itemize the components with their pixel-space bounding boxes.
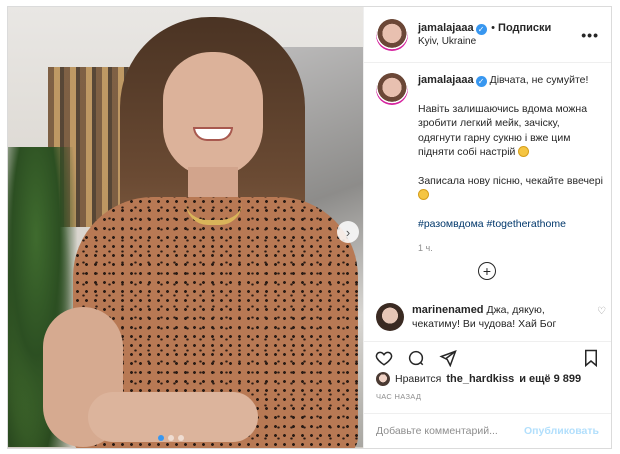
avatar[interactable] <box>376 372 390 386</box>
post-timestamp: ЧАС НАЗАД <box>376 392 422 401</box>
location-link[interactable]: Kyiv, Ukraine <box>418 35 571 49</box>
comment-icon[interactable] <box>406 348 426 368</box>
header-names: jamalajaaa ✓ • Подписки Kyiv, Ukraine <box>418 20 571 49</box>
action-bar <box>364 341 611 373</box>
photo-face <box>163 52 263 177</box>
add-icon[interactable]: + <box>478 262 496 280</box>
author-username[interactable]: jamalajaaa <box>418 22 474 34</box>
caption-para3: Записала нову пісню, чекайте ввечері <box>418 174 603 187</box>
grin-emoji-icon <box>518 146 530 157</box>
comment-item: marinenamed Джа, дякую, чекатиму! Ви чуд… <box>376 303 606 331</box>
post-caption: jamalajaaa ✓ Дівчата, не сумуйте! Навіть … <box>376 73 604 256</box>
comment-text: marinenamed Джа, дякую, чекатиму! Ви чуд… <box>412 303 589 331</box>
likes-prefix: Нравится <box>395 373 442 385</box>
instagram-post: › jamalajaaa ✓ • Подписки Kyiv, Ukraine •… <box>7 6 612 449</box>
caption-body: jamalajaaa ✓ Дівчата, не сумуйте! Навіть … <box>418 73 604 256</box>
post-side-panel: jamalajaaa ✓ • Подписки Kyiv, Ukraine •••… <box>363 7 611 448</box>
follow-button[interactable]: Подписки <box>498 22 551 34</box>
add-comment-bar: Опубликовать <box>364 413 611 448</box>
comment-username[interactable]: marinenamed <box>412 304 484 316</box>
comment-heart-icon[interactable]: ♡ <box>597 305 606 331</box>
post-photo[interactable]: › <box>8 7 363 448</box>
avatar[interactable] <box>376 73 408 105</box>
publish-button[interactable]: Опубликовать <box>524 425 599 437</box>
carousel-dot <box>168 435 174 441</box>
separator-dot: • <box>491 22 499 34</box>
share-icon[interactable] <box>438 348 458 368</box>
more-options-icon[interactable]: ••• <box>581 27 599 43</box>
post-header: jamalajaaa ✓ • Подписки Kyiv, Ukraine ••• <box>364 7 611 63</box>
avatar[interactable] <box>376 18 408 51</box>
liked-by-username[interactable]: the_hardkiss <box>446 373 514 385</box>
avatar[interactable] <box>376 303 404 331</box>
wink-emoji-icon <box>418 189 429 200</box>
comment-input[interactable] <box>376 425 525 437</box>
caption-time: 1 ч. <box>418 243 433 253</box>
verified-badge-icon: ✓ <box>475 24 487 35</box>
carousel-dot <box>178 435 184 441</box>
heart-icon[interactable] <box>374 348 394 368</box>
caption-username[interactable]: jamalajaaa <box>418 74 474 86</box>
likes-count[interactable]: и ещё 9 899 <box>519 373 581 385</box>
carousel-dot <box>158 435 164 441</box>
bookmark-icon[interactable] <box>581 348 601 368</box>
carousel-dots <box>158 435 184 441</box>
likes-line: Нравится the_hardkiss и ещё 9 899 <box>376 372 581 386</box>
next-arrow-icon[interactable]: › <box>337 221 359 243</box>
verified-badge-icon: ✓ <box>475 76 487 87</box>
hashtags[interactable]: #разомвдома #togetherathome <box>418 217 604 232</box>
caption-para2: Навіть залишаючись вдома можна зробити л… <box>418 102 588 159</box>
caption-line1: Дівчата, не сумуйте! <box>489 74 589 86</box>
